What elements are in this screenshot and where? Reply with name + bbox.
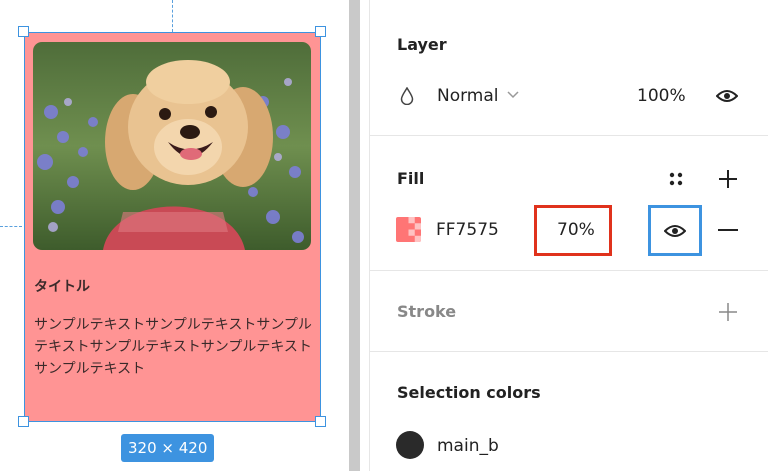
resize-handle-top-right[interactable] (315, 26, 326, 37)
layer-section-title: Layer (397, 35, 447, 54)
resize-handle-top-left[interactable] (18, 26, 29, 37)
minus-icon[interactable] (716, 219, 740, 241)
fill-opacity-input[interactable]: 70% (557, 220, 595, 240)
eye-icon[interactable] (715, 86, 739, 106)
layer-opacity-value[interactable]: 100% (637, 86, 686, 106)
selection-color-name[interactable]: main_b (437, 436, 499, 456)
layer-section: Layer Normal 100% (370, 0, 768, 136)
figma-editor: タイトル サンプルテキストサンプルテキストサンプルテキストサンプルテキストサンプ… (0, 0, 768, 471)
horizontal-guide-line (0, 226, 22, 227)
blend-mode-select[interactable]: Normal (437, 86, 499, 106)
fill-section-title: Fill (397, 169, 425, 188)
design-canvas[interactable]: タイトル サンプルテキストサンプルテキストサンプルテキストサンプルテキストサンプ… (0, 0, 349, 471)
dog-photo[interactable] (33, 42, 311, 250)
resize-handle-bottom-left[interactable] (18, 416, 29, 427)
resize-handle-bottom-right[interactable] (315, 416, 326, 427)
chevron-down-icon[interactable] (506, 88, 520, 102)
selection-color-swatch[interactable] (396, 431, 424, 459)
card-title[interactable]: タイトル (34, 276, 90, 296)
fill-hex-value[interactable]: FF7575 (436, 220, 499, 240)
dog-photo-illustration (33, 42, 311, 250)
four-dots-icon[interactable] (665, 168, 687, 190)
selection-colors-title: Selection colors (397, 383, 541, 402)
fill-color-swatch[interactable] (396, 217, 421, 242)
frame-size-badge: 320 × 420 (121, 434, 215, 462)
panel-divider[interactable] (349, 0, 360, 471)
stroke-section: Stroke (370, 271, 768, 352)
plus-icon[interactable] (717, 301, 739, 323)
plus-icon[interactable] (717, 168, 739, 190)
vertical-guide-line (172, 0, 173, 32)
drop-icon (399, 86, 415, 106)
card-body-text[interactable]: サンプルテキストサンプルテキストサンプルテキストサンプルテキストサンプルテキスト… (34, 314, 314, 380)
eye-icon[interactable] (663, 221, 687, 241)
stroke-section-title: Stroke (397, 302, 457, 321)
